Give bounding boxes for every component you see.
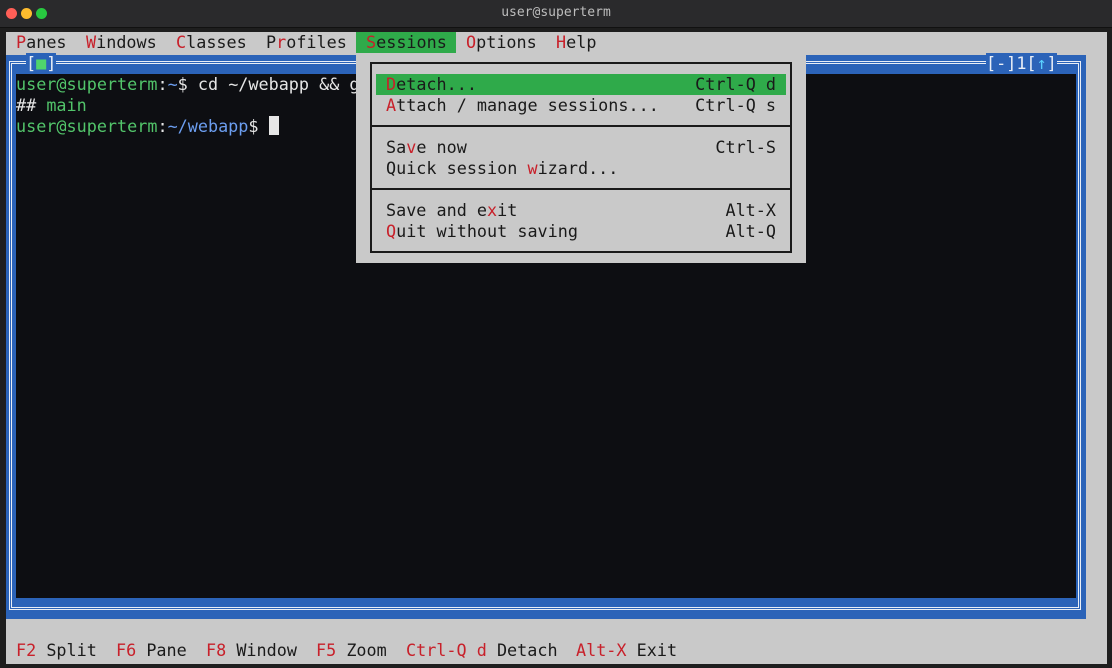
status-item-window[interactable]: F8 Window — [206, 640, 297, 661]
bracket: ] — [46, 53, 57, 73]
status-item-split[interactable]: F2 Split — [16, 640, 97, 661]
item-shortcut: Ctrl-Q s — [695, 95, 776, 115]
menu-hotkey: C — [176, 32, 187, 52]
prompt-separator: : — [157, 116, 168, 136]
menu-hotkey: W — [86, 32, 97, 52]
output-prefix: ## — [16, 95, 47, 115]
menu-panes[interactable]: Panes — [16, 32, 67, 53]
item-hotkey: x — [487, 200, 498, 220]
item-label: Sa — [386, 137, 407, 157]
item-hotkey: D — [386, 74, 397, 94]
prompt-path: ~/webapp — [167, 116, 249, 136]
status-item-detach[interactable]: Ctrl-Q d Detach — [406, 640, 558, 661]
pane-close-tag[interactable]: [■] — [26, 53, 57, 74]
item-shortcut: Ctrl-S — [715, 137, 776, 157]
status-label: Exit — [636, 640, 678, 660]
close-square-icon[interactable]: ■ — [36, 53, 46, 73]
terminal-line-2: ## main — [16, 95, 87, 116]
status-key: F2 — [16, 640, 37, 660]
status-label: Pane — [146, 640, 187, 660]
menu-item-quick-session-wizard[interactable]: Quick session wizard... — [376, 158, 786, 179]
menu-hotkey: H — [556, 32, 567, 52]
menu-hotkey: r — [276, 32, 287, 52]
status-item-zoom[interactable]: F5 Zoom — [316, 640, 387, 661]
menu-label: lasses — [186, 32, 247, 52]
pane-number: 1 — [1016, 53, 1027, 73]
item-hotkey: v — [406, 137, 417, 157]
title-bar: user@superterm — [0, 0, 1112, 28]
menu-profiles[interactable]: Profiles — [266, 32, 347, 53]
prompt-path: ~ — [167, 74, 178, 94]
status-label: Detach — [496, 640, 558, 660]
item-label: Save and e — [386, 200, 488, 220]
prompt-separator: : — [157, 74, 168, 94]
maximize-pane-icon[interactable]: ↑ — [1037, 53, 1047, 73]
menu-label: P — [266, 32, 277, 52]
item-hotkey: A — [386, 95, 397, 115]
menu-separator — [370, 125, 792, 127]
minimize-pane-button[interactable]: [-] — [986, 53, 1016, 73]
menu-hotkey: P — [16, 32, 27, 52]
prompt-user: user@superterm — [16, 116, 158, 136]
item-label: Quick session — [386, 158, 528, 178]
menu-classes[interactable]: Classes — [176, 32, 247, 53]
menu-hotkey: S — [366, 32, 377, 52]
item-hotkey: w — [527, 158, 538, 178]
menu-item-detach[interactable]: Detach... Ctrl-Q d — [376, 74, 786, 95]
status-label: Zoom — [346, 640, 387, 660]
item-label: uit without saving — [396, 221, 578, 241]
status-key: F6 — [116, 640, 137, 660]
status-label: Window — [236, 640, 297, 660]
text-cursor — [268, 116, 279, 135]
terminal-line-3: user@superterm:~/webapp$ — [16, 116, 279, 137]
menu-help[interactable]: Help — [556, 32, 596, 53]
status-key: F8 — [206, 640, 227, 660]
bracket: [ — [1026, 53, 1037, 73]
item-label: it — [497, 200, 518, 220]
status-item-pane[interactable]: F6 Pane — [116, 640, 187, 661]
menu-item-save-and-exit[interactable]: Save and exit Alt-X — [376, 200, 786, 221]
menu-label: indows — [96, 32, 157, 52]
menu-separator — [370, 188, 792, 190]
item-label: etach... — [396, 74, 477, 94]
menu-item-quit-without-saving[interactable]: Quit without saving Alt-Q — [376, 221, 786, 242]
status-item-exit[interactable]: Alt-X Exit — [576, 640, 677, 661]
menu-item-attach-manage-sessions[interactable]: Attach / manage sessions... Ctrl-Q s — [376, 95, 786, 116]
menu-options[interactable]: Options — [466, 32, 537, 53]
prompt-symbol: $ — [248, 116, 259, 136]
item-shortcut: Alt-X — [725, 200, 776, 220]
status-key: Ctrl-Q d — [406, 640, 487, 660]
menu-item-save-now[interactable]: Save now Ctrl-S — [376, 137, 786, 158]
status-key: Alt-X — [576, 640, 627, 660]
status-key: F5 — [316, 640, 337, 660]
window-title: user@superterm — [501, 5, 611, 20]
status-label: Split — [46, 640, 97, 660]
prompt-user: user@superterm — [16, 74, 158, 94]
menu-label: ptions — [476, 32, 537, 52]
item-label: ttach / manage sessions... — [396, 95, 659, 115]
item-shortcut: Alt-Q — [725, 221, 776, 241]
menu-label: anes — [26, 32, 67, 52]
menu-label: ofiles — [286, 32, 347, 52]
pane-controls-tag: [-]1[↑] — [986, 53, 1057, 74]
menu-label: essions — [376, 32, 447, 52]
menu-windows[interactable]: Windows — [86, 32, 157, 53]
command-text: $ cd ~/webapp && g — [177, 74, 360, 94]
branch-name: main — [46, 95, 87, 115]
bracket: [ — [26, 53, 37, 73]
item-label: e now — [416, 137, 467, 157]
item-shortcut: Ctrl-Q d — [695, 74, 776, 94]
menu-label: elp — [566, 32, 597, 52]
item-hotkey: Q — [386, 221, 397, 241]
bracket: ] — [1046, 53, 1057, 73]
menu-hotkey: O — [466, 32, 477, 52]
terminal-line-1: user@superterm:~$ cd ~/webapp && g — [16, 74, 360, 95]
item-label: izard... — [537, 158, 619, 178]
menu-sessions[interactable]: Sessions — [356, 32, 456, 53]
